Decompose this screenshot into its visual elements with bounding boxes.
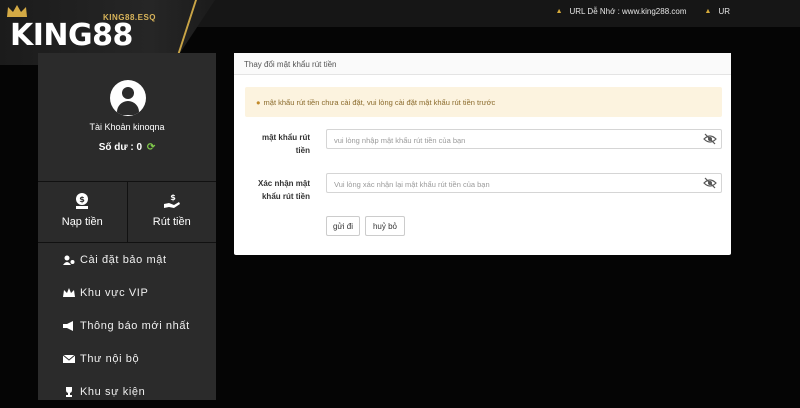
sidebar-item-label: Khu vực VIP [80, 286, 149, 299]
deposit-icon: $ [76, 193, 89, 209]
sidebar-item-vip[interactable]: Khu vực VIP [38, 276, 216, 309]
submit-button[interactable]: gửi đi [326, 216, 360, 236]
sidebar-item-label: Thông báo mới nhất [80, 319, 190, 332]
ur-link[interactable]: UR [718, 7, 730, 16]
withdraw-password-panel: Thay đổi mật khẩu rút tiền ● mật khẩu rút… [234, 53, 731, 255]
confirm-password-label: Xác nhận mật khẩu rút tiền [257, 179, 310, 201]
svg-text:$: $ [170, 193, 176, 202]
sidebar-item-events[interactable]: Khu sự kiện [38, 375, 216, 408]
balance: Số dư : 0 ⟳ [38, 142, 216, 153]
sidebar: Tài Khoản kinoqna Số dư : 0 ⟳ $ Nạp tiền… [38, 53, 216, 400]
password-label: mật khẩu rút tiền [261, 133, 310, 155]
sidebar-item-inbox[interactable]: Thư nội bộ [38, 342, 216, 375]
sidebar-item-security[interactable]: Cài đặt bảo mật [38, 243, 216, 276]
eye-slash-icon[interactable] [703, 177, 717, 189]
balance-label: Số dư : 0 [98, 142, 143, 153]
megaphone-icon [63, 320, 75, 331]
eye-slash-icon[interactable] [703, 133, 717, 145]
password-input[interactable] [327, 131, 687, 150]
wallet-actions: $ Nạp tiền $ Rút tiền [38, 182, 216, 242]
logo-text: KING88 [10, 18, 133, 53]
deposit-label: Nạp tiền [61, 216, 103, 228]
account-name: Tài Khoản kinoqna [89, 122, 165, 132]
sidebar-item-label: Khu sự kiện [80, 385, 146, 398]
password-field [326, 129, 722, 150]
deposit-button[interactable]: $ Nạp tiền [38, 182, 127, 242]
crown-icon [7, 5, 27, 17]
mail-icon [63, 354, 75, 364]
confirm-password-input[interactable] [327, 175, 687, 194]
gold-arrow-icon: ▲ [555, 8, 563, 15]
sidebar-item-label: Thư nội bộ [80, 352, 140, 365]
trophy-icon [63, 386, 75, 397]
avatar[interactable] [110, 80, 146, 116]
sidebar-item-notifications[interactable]: Thông báo mới nhất [38, 309, 216, 342]
withdraw-button[interactable]: $ Rút tiền [126, 182, 217, 242]
withdraw-label: Rút tiền [152, 216, 191, 228]
warning-icon: ● [256, 98, 261, 107]
cancel-button[interactable]: huỷ bỏ [365, 216, 405, 236]
top-links: ▲ URL Dễ Nhớ : www.king288.com ▲ UR [556, 7, 730, 16]
sidebar-menu: Cài đặt bảo mật Khu vực VIP Thông báo mớ… [38, 243, 216, 408]
panel-title: Thay đổi mật khẩu rút tiền [234, 53, 731, 75]
withdraw-icon: $ [163, 193, 180, 208]
confirm-password-field [326, 173, 722, 194]
crown-icon [63, 287, 75, 298]
url-link[interactable]: URL Dễ Nhớ : www.king288.com [570, 7, 687, 16]
gold-arrow-icon: ▲ [704, 8, 712, 15]
sidebar-item-label: Cài đặt bảo mật [80, 253, 167, 266]
refresh-icon[interactable]: ⟳ [147, 142, 155, 153]
svg-text:$: $ [79, 195, 85, 204]
warning-alert: ● mật khẩu rút tiền chưa cài đặt, vui lòn… [245, 87, 722, 117]
alert-text: mật khẩu rút tiền chưa cài đặt, vui lòng… [263, 98, 496, 107]
user-settings-icon [63, 255, 75, 265]
